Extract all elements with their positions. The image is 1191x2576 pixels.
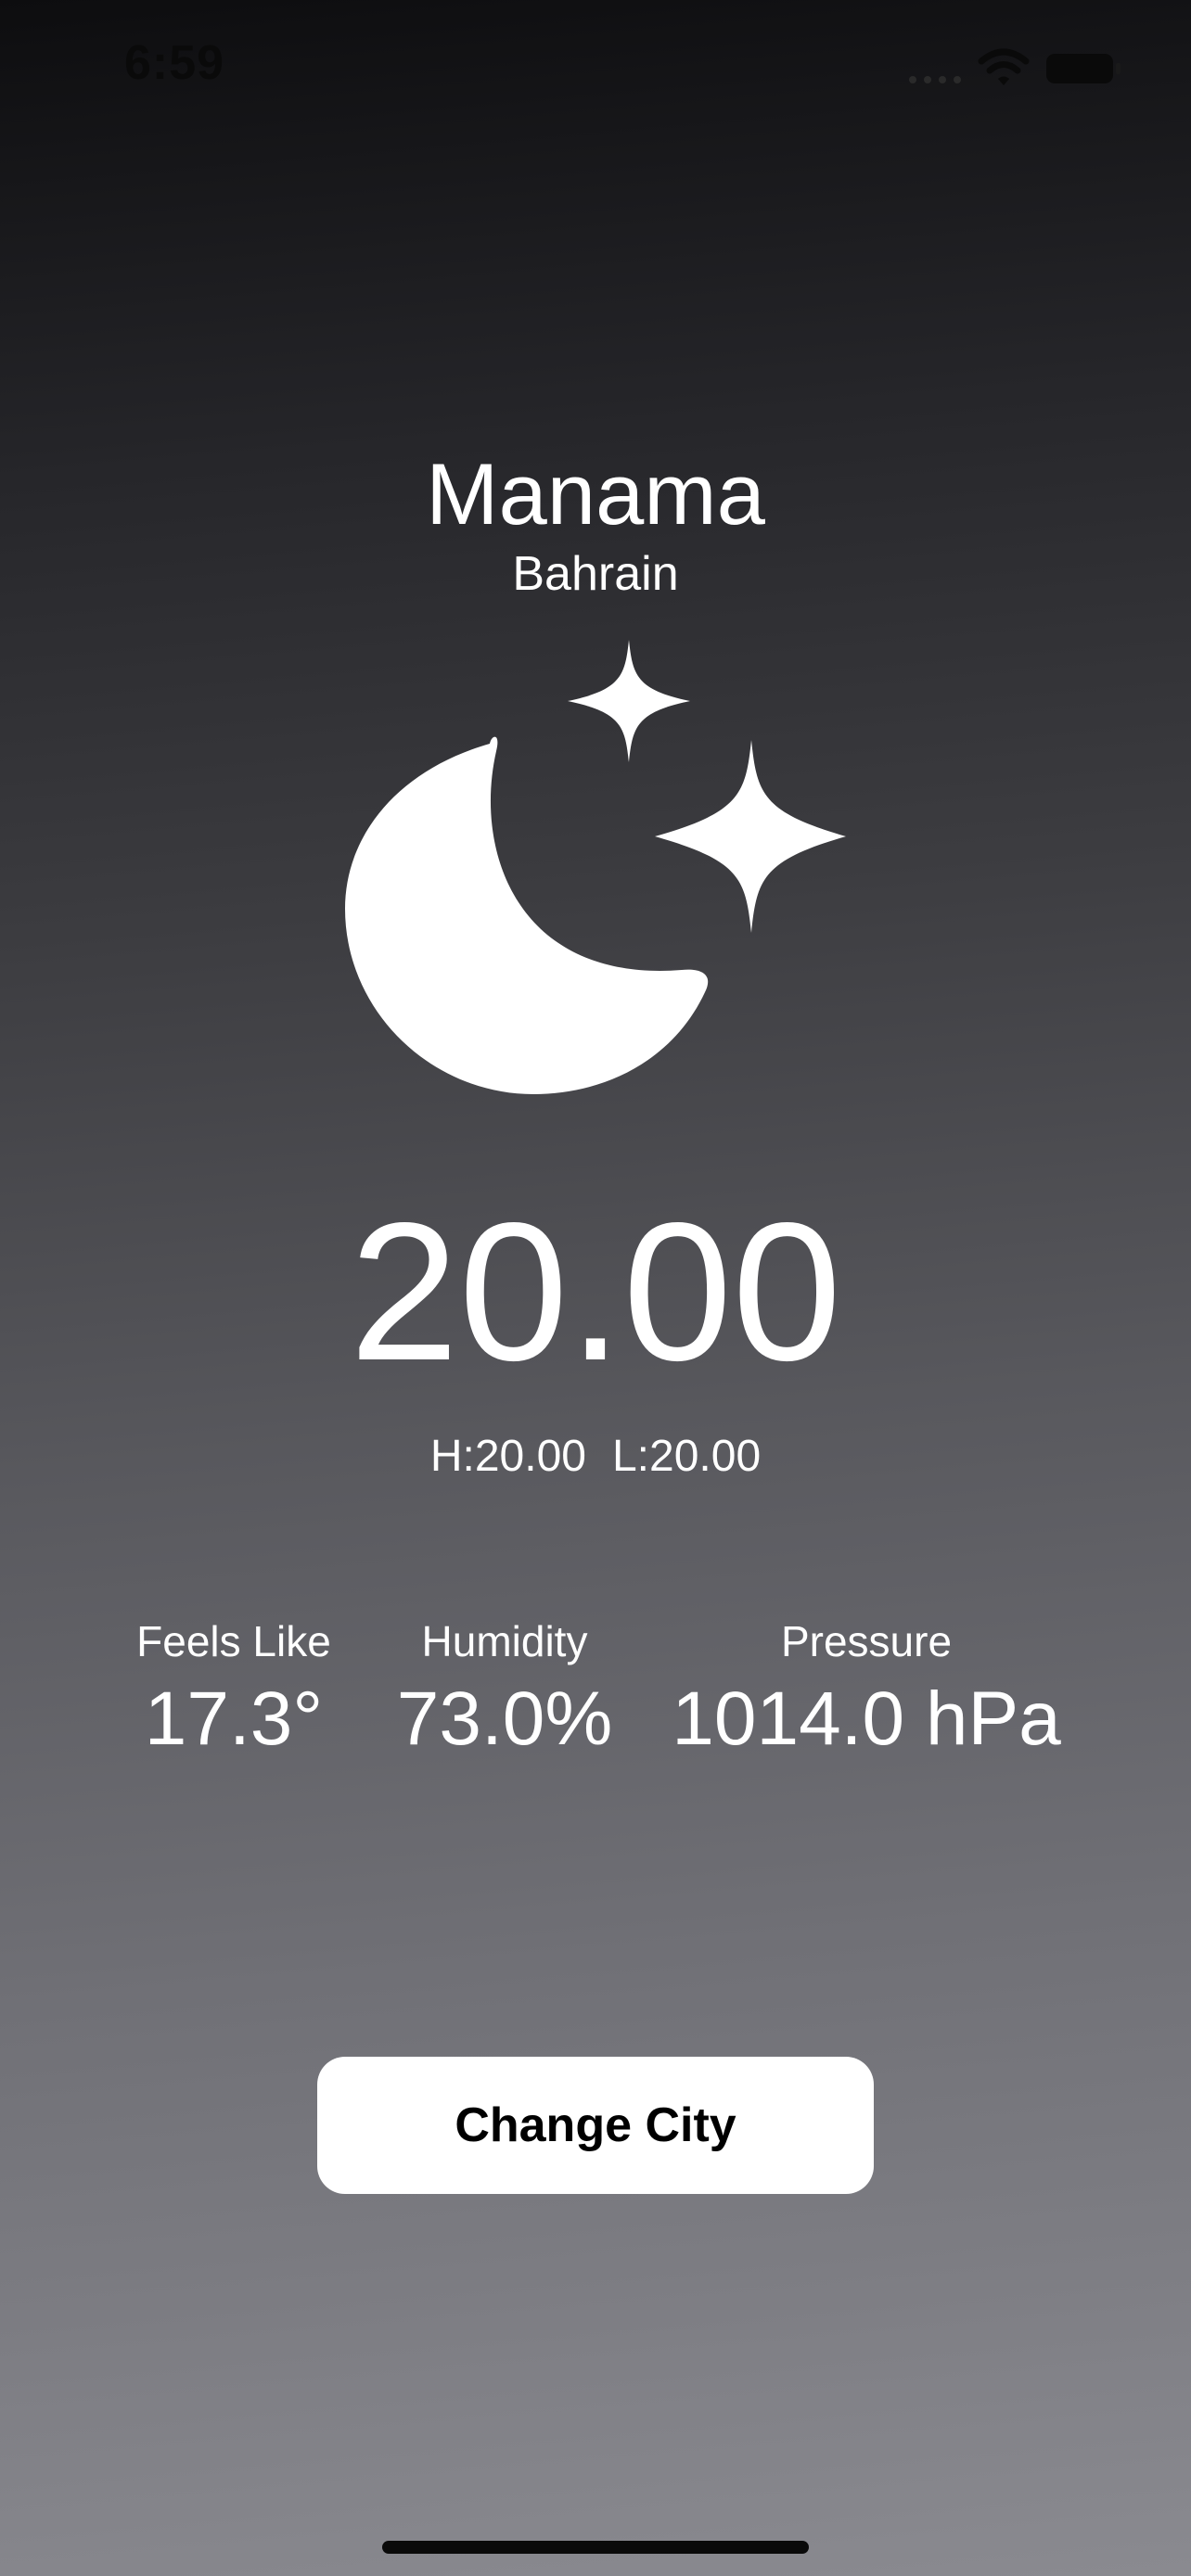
high-low-temperature: H:20.00 L:20.00 <box>0 1426 1191 1487</box>
city-name: Manama <box>426 445 765 542</box>
feels-like-stat: Feels Like 17.3° <box>121 1613 347 1766</box>
humidity-value: 73.0% <box>396 1677 613 1761</box>
wifi-icon <box>978 48 1030 85</box>
feels-like-label: Feels Like <box>136 1617 331 1665</box>
change-city-button[interactable]: Change City <box>317 2057 874 2194</box>
pressure-value: 1014.0 hPa <box>672 1677 1061 1761</box>
status-time: 6:59 <box>124 36 225 90</box>
high-temperature: H:20.00 <box>429 1432 586 1481</box>
battery-icon <box>1046 54 1121 83</box>
moon-stars-icon <box>345 640 846 1094</box>
current-temperature: 20.00 <box>349 1181 842 1401</box>
signal-icon <box>909 76 961 83</box>
low-temperature: L:20.00 <box>611 1432 762 1481</box>
country-name: Bahrain <box>512 547 679 601</box>
pressure-stat: Pressure 1014.0 hPa <box>659 1613 1074 1766</box>
humidity-label: Humidity <box>421 1617 588 1665</box>
pressure-label: Pressure <box>780 1617 953 1665</box>
humidity-stat: Humidity 73.0% <box>375 1613 634 1766</box>
home-indicator[interactable] <box>382 2541 809 2554</box>
feels-like-value: 17.3° <box>144 1677 324 1761</box>
status-bar: 6:59 <box>0 0 1191 139</box>
